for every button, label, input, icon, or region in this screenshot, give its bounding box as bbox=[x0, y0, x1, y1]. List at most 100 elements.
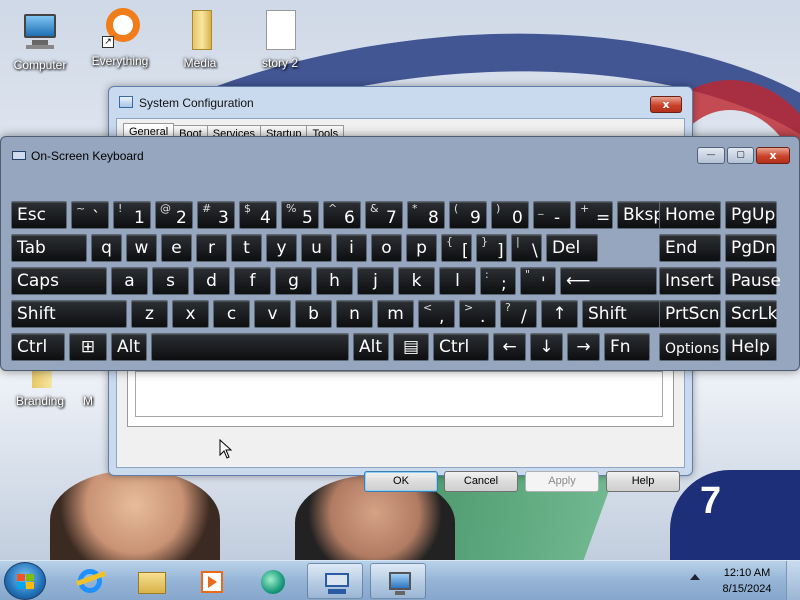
key-symbol[interactable]: ⊞ bbox=[69, 333, 107, 361]
desktop-icon-branding[interactable]: Branding bbox=[2, 368, 78, 408]
content-list[interactable] bbox=[135, 371, 663, 417]
key-x[interactable]: x bbox=[172, 300, 209, 328]
show-desktop-button[interactable] bbox=[786, 561, 800, 600]
key-esc[interactable]: Esc bbox=[11, 201, 67, 229]
key-6[interactable]: ^ 6 bbox=[323, 201, 361, 229]
key-pgup[interactable]: PgUp bbox=[725, 201, 777, 229]
key-b[interactable]: b bbox=[295, 300, 332, 328]
key-symbol[interactable]: ← bbox=[493, 333, 526, 361]
desktop-icon-story-2[interactable]: story 2 bbox=[242, 8, 318, 70]
key-w[interactable]: w bbox=[126, 234, 157, 262]
desktop-icon-everything[interactable]: ↗ Everything bbox=[82, 6, 158, 68]
key-help[interactable]: Help bbox=[725, 333, 777, 361]
key-home[interactable]: Home bbox=[659, 201, 721, 229]
key-1[interactable]: ! 1 bbox=[113, 201, 151, 229]
desktop-icon-media[interactable]: Media bbox=[162, 8, 238, 70]
key-symbol[interactable]: ↓ bbox=[530, 333, 563, 361]
key-n[interactable]: n bbox=[336, 300, 373, 328]
key-options[interactable]: Options bbox=[659, 333, 721, 361]
key-q[interactable]: q bbox=[91, 234, 122, 262]
apply-button[interactable]: Apply bbox=[525, 471, 599, 492]
key-k[interactable]: k bbox=[398, 267, 435, 295]
key-symbol[interactable]: | \ bbox=[511, 234, 542, 262]
key-o[interactable]: o bbox=[371, 234, 402, 262]
key-ctrl[interactable]: Ctrl bbox=[433, 333, 489, 361]
key-2[interactable]: @2 bbox=[155, 201, 193, 229]
key-z[interactable]: z bbox=[131, 300, 168, 328]
key-p[interactable]: p bbox=[406, 234, 437, 262]
key-t[interactable]: t bbox=[231, 234, 262, 262]
desktop-icon-computer[interactable]: Computer bbox=[2, 10, 78, 72]
key-symbol[interactable]: :; bbox=[480, 267, 516, 295]
key-pause[interactable]: Pause bbox=[725, 267, 781, 295]
key-shift[interactable]: Shift bbox=[11, 300, 127, 328]
key-symbol[interactable]: " ' bbox=[520, 267, 556, 295]
key-del[interactable]: Del bbox=[546, 234, 598, 262]
key-h[interactable]: h bbox=[316, 267, 353, 295]
key-m[interactable]: m bbox=[377, 300, 414, 328]
key-e[interactable]: e bbox=[161, 234, 192, 262]
taskbar-item-green-app[interactable] bbox=[245, 563, 301, 599]
key-v[interactable]: v bbox=[254, 300, 291, 328]
key-caps[interactable]: Caps bbox=[11, 267, 107, 295]
key-s[interactable]: s bbox=[152, 267, 189, 295]
ok-button[interactable]: OK bbox=[364, 471, 438, 492]
key-d[interactable]: d bbox=[193, 267, 230, 295]
key-symbol[interactable]: ~ ` bbox=[71, 201, 109, 229]
key-fn[interactable]: Fn bbox=[604, 333, 650, 361]
key-symbol[interactable]: }] bbox=[476, 234, 507, 262]
key-alt[interactable]: Alt bbox=[353, 333, 389, 361]
on-screen-keyboard-window[interactable]: On-Screen Keyboard — ▢ x Esc ~ `! 1 @2 #3 $4% 5… bbox=[0, 136, 800, 371]
close-button[interactable]: x bbox=[650, 96, 682, 113]
key-c[interactable]: c bbox=[213, 300, 250, 328]
key-shift[interactable]: Shift bbox=[582, 300, 660, 328]
taskbar-item-system-configuration[interactable] bbox=[370, 563, 426, 599]
windows-start-icon[interactable] bbox=[4, 562, 46, 600]
key-9[interactable]: (9 bbox=[449, 201, 487, 229]
window-titlebar[interactable]: System Configuration bbox=[109, 87, 692, 119]
key-symbol[interactable]: >. bbox=[459, 300, 496, 328]
key-i[interactable]: i bbox=[336, 234, 367, 262]
key-symbol[interactable]: _ - bbox=[533, 201, 571, 229]
key-symbol[interactable]: ▤ bbox=[393, 333, 429, 361]
key-0[interactable]: ) 0 bbox=[491, 201, 529, 229]
taskbar-item-media-player[interactable] bbox=[184, 563, 240, 599]
key-alt[interactable]: Alt bbox=[111, 333, 147, 361]
key-a[interactable]: a bbox=[111, 267, 148, 295]
key-l[interactable]: l bbox=[439, 267, 476, 295]
key-7[interactable]: & 7 bbox=[365, 201, 403, 229]
key-tab[interactable]: Tab bbox=[11, 234, 87, 262]
taskbar-item-internet-explorer[interactable] bbox=[62, 563, 118, 599]
key-u[interactable]: u bbox=[301, 234, 332, 262]
key-3[interactable]: #3 bbox=[197, 201, 235, 229]
key-5[interactable]: % 5 bbox=[281, 201, 319, 229]
key-symbol[interactable]: <, bbox=[418, 300, 455, 328]
key-ctrl[interactable]: Ctrl bbox=[11, 333, 65, 361]
key-symbol[interactable]: {[ bbox=[441, 234, 472, 262]
cancel-button[interactable]: Cancel bbox=[444, 471, 518, 492]
taskbar-item-file-explorer[interactable] bbox=[123, 563, 179, 599]
key-end[interactable]: End bbox=[659, 234, 721, 262]
key-space[interactable] bbox=[151, 333, 349, 361]
key-symbol[interactable]: ? / bbox=[500, 300, 537, 328]
key-symbol[interactable]: → bbox=[567, 333, 600, 361]
help-button[interactable]: Help bbox=[606, 471, 680, 492]
key-j[interactable]: j bbox=[357, 267, 394, 295]
key-prtscn[interactable]: PrtScn bbox=[659, 300, 721, 328]
key-r[interactable]: r bbox=[196, 234, 227, 262]
key-symbol[interactable]: ↑ bbox=[541, 300, 578, 328]
key-8[interactable]: * 8 bbox=[407, 201, 445, 229]
key-scrlk[interactable]: ScrLk bbox=[725, 300, 777, 328]
key-pgdn[interactable]: PgDn bbox=[725, 234, 777, 262]
taskbar-item-on-screen-keyboard[interactable] bbox=[307, 563, 363, 599]
desktop-icon-partial[interactable]: M bbox=[68, 368, 108, 408]
key-insert[interactable]: Insert bbox=[659, 267, 721, 295]
key-symbol[interactable]: + = bbox=[575, 201, 613, 229]
key-y[interactable]: y bbox=[266, 234, 297, 262]
taskbar-clock[interactable]: 12:10 AM 8/15/2024 bbox=[712, 565, 782, 597]
key-f[interactable]: f bbox=[234, 267, 271, 295]
show-hidden-icons-icon[interactable] bbox=[690, 574, 700, 580]
key-g[interactable]: g bbox=[275, 267, 312, 295]
key-symbol[interactable]: ⟵ bbox=[560, 267, 657, 295]
key-4[interactable]: $4 bbox=[239, 201, 277, 229]
